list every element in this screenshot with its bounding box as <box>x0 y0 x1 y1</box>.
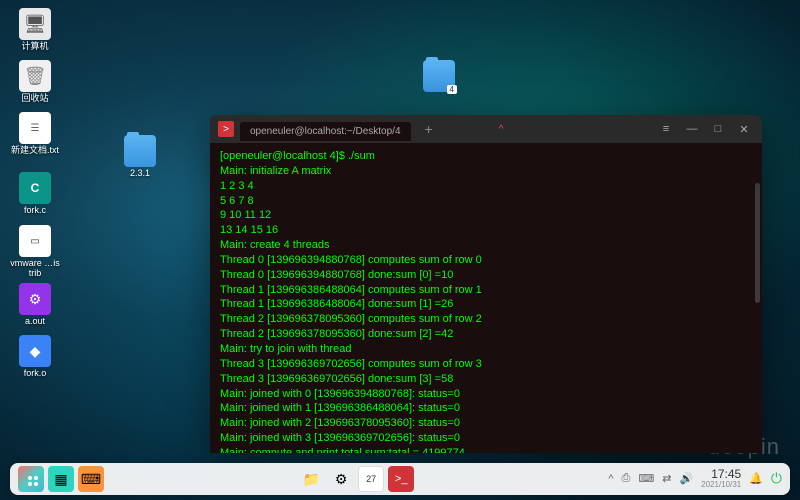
terminal-app-icon: > <box>218 121 234 137</box>
terminal-output-line: 9 10 11 12 <box>220 208 752 223</box>
icon-label: a.out <box>10 317 60 327</box>
desktop-icon-computer[interactable]: 🖥 计算机 <box>10 8 60 52</box>
usb-icon[interactable]: ⎙ <box>622 472 631 485</box>
desktop-icon-vmware[interactable]: ▭ vmware …istrib <box>10 225 60 279</box>
terminal-body[interactable]: [openeuler@localhost 4]$ ./sum Main: ini… <box>210 143 762 453</box>
new-tab-button[interactable]: + <box>425 121 433 137</box>
vmware-icon: ▭ <box>19 225 51 257</box>
settings-button[interactable]: ⚙ <box>328 466 354 492</box>
terminal-output-line: Main: create 4 threads <box>220 238 752 253</box>
icon-label: 新建文档.txt <box>10 146 60 156</box>
desktop: 🖥 计算机 🗑 回收站 ☰ 新建文档.txt C fork.c ▭ vmware… <box>0 0 800 500</box>
desktop-icon-fork-o[interactable]: ◆ fork.o <box>10 335 60 379</box>
terminal-output-line: Thread 3 [139696369702656] computes sum … <box>220 357 752 372</box>
maximize-button[interactable]: □ <box>708 119 728 139</box>
menu-button[interactable]: ≡ <box>656 119 676 139</box>
terminal-output-line: Main: joined with 3 [139696369702656]: s… <box>220 431 752 446</box>
terminal-titlebar[interactable]: > openeuler@localhost:~/Desktop/4 + ^ ≡ … <box>210 115 762 143</box>
folder-icon <box>124 135 156 167</box>
terminal-output-line: 13 14 15 16 <box>220 223 752 238</box>
calendar-button[interactable]: 27 <box>358 466 384 492</box>
terminal-output-line: Thread 3 [139696369702656] done:sum [3] … <box>220 372 752 387</box>
terminal-output-line: Thread 2 [139696378095360] computes sum … <box>220 312 752 327</box>
clock[interactable]: 17:45 2021/10/31 <box>701 468 741 490</box>
terminal-output-line: Main: joined with 0 [139696394880768]: s… <box>220 387 752 402</box>
terminal-command: ./sum <box>348 150 375 162</box>
folder-icon: 4 <box>423 60 455 92</box>
notification-icon[interactable]: 🔔 <box>749 472 763 485</box>
terminal-tab[interactable]: openeuler@localhost:~/Desktop/4 <box>240 122 411 141</box>
icon-label: 2.3.1 <box>115 169 165 179</box>
icon-label: 计算机 <box>10 42 60 52</box>
icon-label: vmware …istrib <box>10 259 60 279</box>
power-icon[interactable]: ⏻ <box>771 470 782 487</box>
terminal-output-line: Main: initialize A matrix <box>220 164 752 179</box>
keyboard-button[interactable]: ⌨ <box>78 466 104 492</box>
object-file-icon: ◆ <box>19 335 51 367</box>
terminal-scrollbar[interactable] <box>755 183 760 303</box>
minimize-button[interactable]: — <box>682 119 702 139</box>
volume-icon[interactable]: 🔊 <box>679 472 693 485</box>
terminal-prompt: [openeuler@localhost 4]$ <box>220 150 348 162</box>
clock-date: 2021/10/31 <box>701 481 741 490</box>
desktop-icon-trash[interactable]: 🗑 回收站 <box>10 60 60 104</box>
c-source-icon: C <box>19 172 51 204</box>
terminal-output-line: Thread 1 [139696386488064] computes sum … <box>220 283 752 298</box>
executable-icon: ⚙ <box>19 283 51 315</box>
terminal-output-line: Thread 2 [139696378095360] done:sum [2] … <box>220 327 752 342</box>
desktop-icon-fork-c[interactable]: C fork.c <box>10 172 60 216</box>
desktop-icon-aout[interactable]: ⚙ a.out <box>10 283 60 327</box>
caret-icon: ^ <box>499 124 504 135</box>
close-button[interactable]: ✕ <box>734 119 754 139</box>
computer-icon: 🖥 <box>19 8 51 40</box>
icon-label: fork.o <box>10 369 60 379</box>
desktop-icon-folder-231[interactable]: 2.3.1 <box>115 135 165 179</box>
terminal-output-line: Thread 0 [139696394880768] computes sum … <box>220 253 752 268</box>
terminal-output-line: Main: try to join with thread <box>220 342 752 357</box>
terminal-output-line: Thread 1 [139696386488064] done:sum [1] … <box>220 297 752 312</box>
terminal-output-line: 5 6 7 8 <box>220 194 752 209</box>
terminal-output-line: Main: joined with 1 [139696386488064]: s… <box>220 401 752 416</box>
terminal-output-line: Thread 0 [139696394880768] done:sum [0] … <box>220 268 752 283</box>
terminal-output-line: Main: compute and print total sum:tatal … <box>220 446 752 453</box>
keyboard-tray-icon[interactable]: ⌨ <box>638 472 654 485</box>
file-manager-button[interactable]: 📁 <box>298 466 324 492</box>
multitask-button[interactable]: ▦ <box>48 466 74 492</box>
terminal-button[interactable]: >_ <box>388 466 414 492</box>
icon-label: 回收站 <box>10 94 60 104</box>
taskbar: ▦ ⌨ 📁 ⚙ 27 >_ ^ ⎙ ⌨ ⇄ 🔊 17:45 2021/10/31… <box>10 463 790 495</box>
trash-icon: 🗑 <box>19 60 51 92</box>
text-file-icon: ☰ <box>19 112 51 144</box>
network-icon[interactable]: ⇄ <box>662 472 671 485</box>
launcher-button[interactable] <box>18 466 44 492</box>
desktop-icon-txtfile[interactable]: ☰ 新建文档.txt <box>10 112 60 156</box>
terminal-output-line: 1 2 3 4 <box>220 179 752 194</box>
terminal-output-line: Main: joined with 2 [139696378095360]: s… <box>220 416 752 431</box>
icon-label: fork.c <box>10 206 60 216</box>
desktop-icon-folder-4[interactable]: 4 <box>414 60 464 94</box>
system-tray: ^ ⎙ ⌨ ⇄ 🔊 17:45 2021/10/31 🔔 ⏻ <box>608 468 782 490</box>
tray-caret-icon[interactable]: ^ <box>608 473 613 485</box>
terminal-window: > openeuler@localhost:~/Desktop/4 + ^ ≡ … <box>210 115 762 453</box>
